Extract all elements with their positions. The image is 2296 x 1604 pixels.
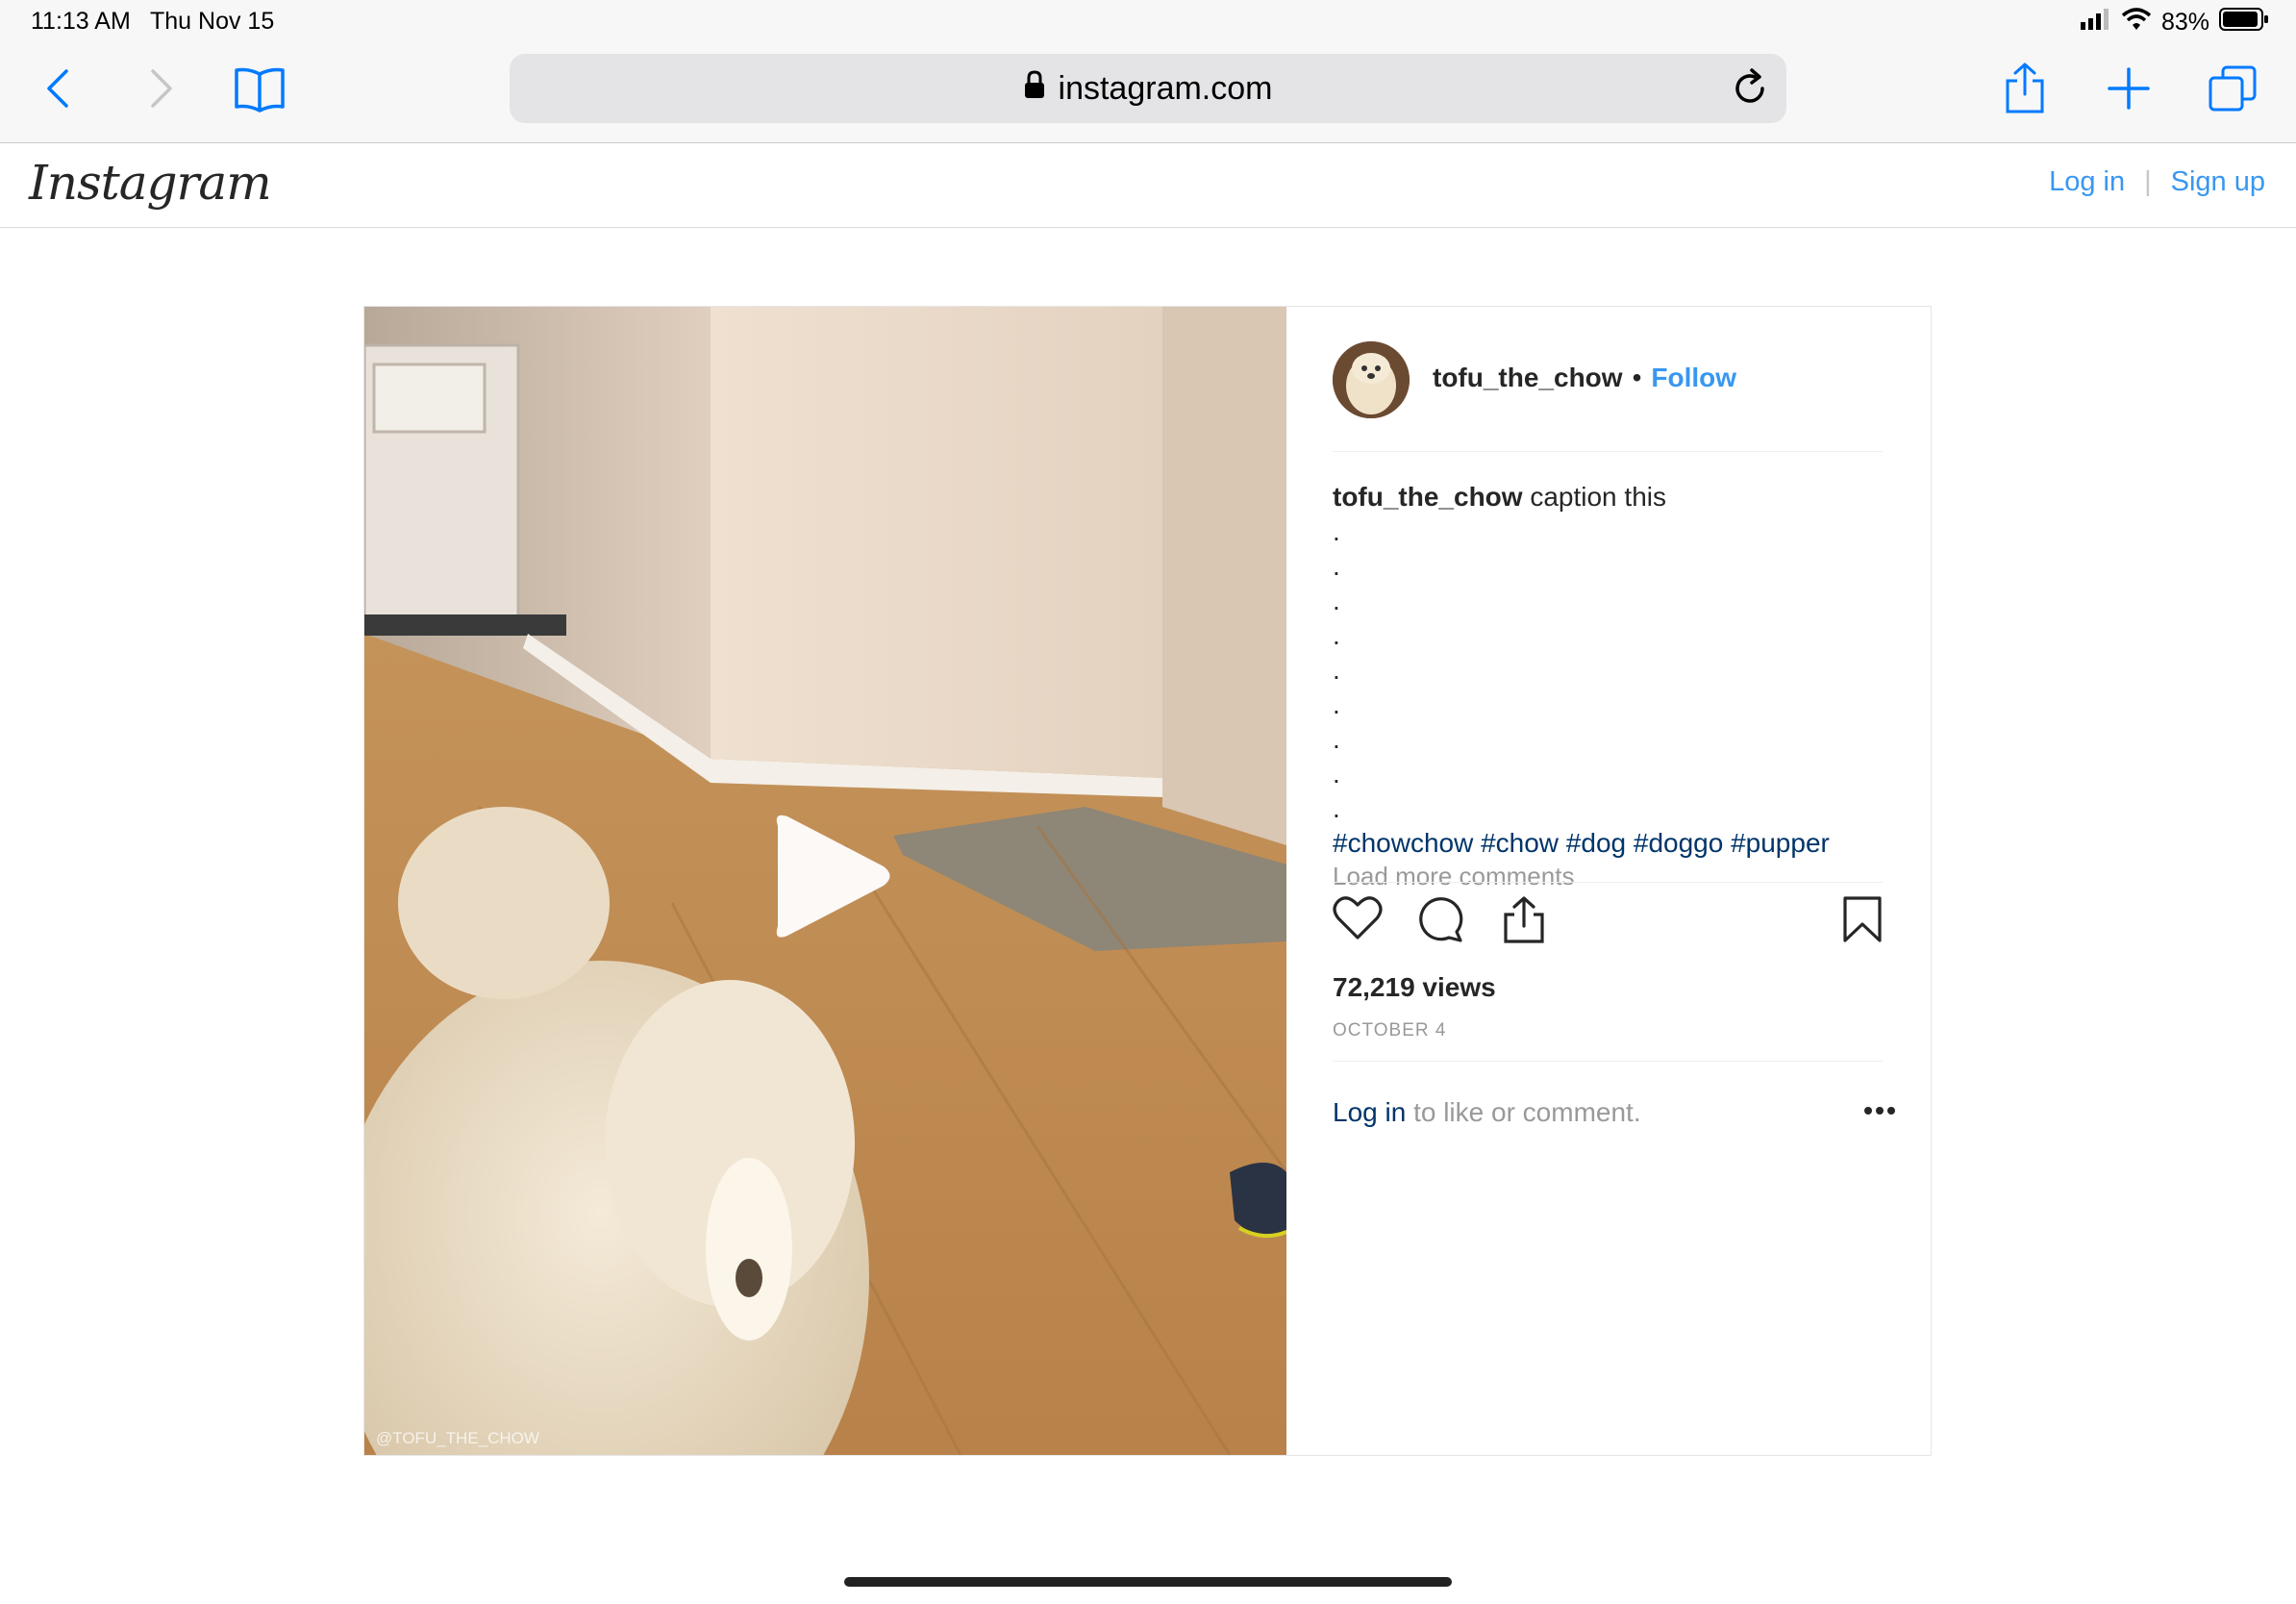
- home-indicator[interactable]: [844, 1577, 1452, 1587]
- status-indicators: 83%: [2080, 8, 2269, 38]
- browser-toolbar: instagram.com: [0, 46, 2296, 143]
- back-icon[interactable]: [38, 60, 77, 117]
- video-player[interactable]: @TOFU_THE_CHOW: [364, 307, 1286, 1455]
- post-caption: tofu_the_chow caption this ......... #ch…: [1333, 480, 1890, 865]
- post-card: @TOFU_THE_CHOW tofu_the_chow • Follow to…: [363, 306, 1932, 1456]
- auth-links: Log in | Sign up: [2049, 166, 2265, 198]
- reload-icon[interactable]: [1731, 67, 1769, 113]
- login-link[interactable]: Log in: [2049, 166, 2125, 198]
- battery-percent: 83%: [2160, 9, 2209, 36]
- forward-icon[interactable]: [142, 60, 181, 117]
- lock-icon: [1024, 69, 1045, 108]
- instagram-logo[interactable]: Instagram: [29, 155, 272, 211]
- caption-text: caption this: [1530, 482, 1666, 512]
- share-icon[interactable]: [2004, 60, 2046, 117]
- heart-icon[interactable]: [1333, 895, 1383, 946]
- caption-dot-line: .: [1333, 793, 1340, 823]
- status-date: Thu Nov 15: [150, 8, 275, 35]
- url-text: instagram.com: [1058, 69, 1273, 107]
- caption-dot-line: .: [1333, 655, 1340, 685]
- address-bar[interactable]: instagram.com: [510, 54, 1786, 123]
- status-time: 11:13 AM: [31, 8, 131, 35]
- more-options-icon[interactable]: [1863, 1103, 1896, 1120]
- new-tab-icon[interactable]: [2106, 60, 2152, 117]
- avatar[interactable]: [1333, 341, 1410, 418]
- hashtag-line[interactable]: #puppy #puppyvideo #dogvideos: [1333, 861, 1890, 865]
- caption-dot-line: .: [1333, 759, 1340, 789]
- caption-dot-line: .: [1333, 516, 1340, 546]
- video-frame: @TOFU_THE_CHOW: [364, 307, 1286, 1455]
- caption-dot-line: .: [1333, 620, 1340, 650]
- caption-dots: .........: [1333, 514, 1890, 826]
- view-count[interactable]: 72,219 views: [1333, 972, 1496, 1003]
- login-to-comment-link[interactable]: Log in: [1333, 1097, 1406, 1127]
- post-header: tofu_the_chow • Follow: [1333, 341, 1883, 452]
- video-watermark: @TOFU_THE_CHOW: [376, 1429, 539, 1447]
- signup-link[interactable]: Sign up: [2171, 166, 2265, 198]
- battery-icon: [2219, 8, 2269, 38]
- caption-username[interactable]: tofu_the_chow: [1333, 482, 1523, 512]
- divider: [1333, 882, 1883, 883]
- caption-dot-line: .: [1333, 586, 1340, 615]
- post-date: OCTOBER 4: [1333, 1020, 1447, 1040]
- auth-separator: |: [2144, 166, 2152, 197]
- caption-hashtags: #chowchow #chow #dog #doggo #pupper#pupp…: [1333, 826, 1890, 865]
- comment-icon[interactable]: [1417, 895, 1465, 948]
- share-icon[interactable]: [1502, 895, 1546, 950]
- status-bar: 11:13 AM Thu Nov 15 83%: [0, 0, 2296, 46]
- load-more-comments[interactable]: Load more comments: [1333, 866, 1883, 886]
- hashtag-line[interactable]: #chowchow #chow #dog #doggo #pupper: [1333, 826, 1890, 861]
- caption-dot-line: .: [1333, 724, 1340, 754]
- wifi-icon: [2121, 8, 2152, 38]
- login-prompt-text: to like or comment.: [1406, 1097, 1641, 1127]
- bookmarks-icon[interactable]: [233, 60, 287, 117]
- post-sidebar: tofu_the_chow • Follow tofu_the_chow cap…: [1286, 307, 1931, 1455]
- post-actions: [1333, 895, 1883, 953]
- bookmark-icon[interactable]: [1842, 895, 1883, 948]
- caption-dot-line: .: [1333, 689, 1340, 719]
- login-prompt: Log in to like or comment.: [1333, 1097, 1641, 1128]
- divider: [1333, 1061, 1883, 1062]
- cellular-signal-icon: [2080, 9, 2111, 37]
- tabs-icon[interactable]: [2208, 60, 2258, 117]
- instagram-header: Instagram Log in | Sign up: [0, 143, 2296, 228]
- post-username[interactable]: tofu_the_chow: [1433, 363, 1623, 393]
- header-bullet: •: [1632, 363, 1642, 392]
- follow-button[interactable]: Follow: [1651, 363, 1736, 393]
- caption-dot-line: .: [1333, 551, 1340, 581]
